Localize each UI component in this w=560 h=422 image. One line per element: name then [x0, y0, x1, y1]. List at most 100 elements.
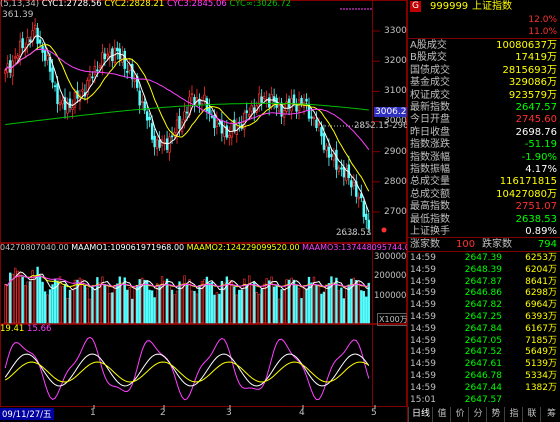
candle-up	[61, 99, 64, 105]
price-tick-3200: 3200	[384, 56, 407, 66]
volume-bar	[28, 281, 32, 324]
volume-bar	[103, 284, 107, 324]
volume-bar	[250, 284, 253, 324]
tab-5[interactable]: 指	[504, 407, 523, 422]
price-tick-3100: 3100	[384, 86, 407, 96]
volume-bar	[248, 275, 251, 324]
volume-bar	[362, 291, 365, 324]
candle-down	[362, 200, 365, 217]
volume-bar	[258, 293, 261, 324]
candle-up	[88, 74, 92, 81]
indicator-value: 2698.76	[515, 126, 557, 138]
volume-bar	[367, 282, 370, 324]
tab-2[interactable]: 价	[450, 407, 469, 422]
month-label-2: 2	[160, 408, 166, 418]
volume-bar	[282, 288, 286, 324]
tab-0[interactable]: 日线	[408, 407, 433, 422]
indicator-value: -1.90%	[521, 151, 557, 163]
candle-down	[96, 69, 99, 72]
indicator-value: 2751.07	[515, 201, 557, 213]
candle-up	[33, 24, 37, 30]
volume-bar	[88, 298, 92, 324]
candle-up	[13, 56, 17, 59]
volume-bar	[108, 293, 111, 324]
ratio-2: 11.0%	[528, 27, 557, 37]
volume-bar	[292, 279, 296, 324]
volume-prefix: 04270807040.00	[0, 243, 69, 252]
month-label-3: 3	[226, 408, 232, 418]
volume-bar	[327, 283, 331, 324]
volume-bar	[185, 284, 189, 324]
volume-bar	[225, 276, 229, 324]
candle-up	[18, 40, 22, 57]
candle-up	[175, 119, 179, 136]
volume-bar	[61, 286, 64, 324]
tab-3[interactable]: 分	[468, 407, 487, 422]
volume-bar	[345, 286, 348, 324]
indicator-label: 总成交量	[410, 176, 450, 188]
volume-bar	[218, 293, 221, 324]
ma-prefix: (5,13,34)	[0, 0, 40, 9]
candle-down	[53, 85, 57, 88]
tick-list[interactable]: 14:59 2647.39 6253万 14:59 2648.39 6204万 14:59 2…	[408, 252, 560, 407]
indicator-row: 今日开盘 2745.60	[408, 113, 560, 126]
volume-bar	[145, 280, 149, 324]
kline-chart-area[interactable]: (5,13,34) CYC1:2728.56 CYC2:2828.21 CYC3…	[0, 0, 415, 422]
indicator-row: 国债成交 2815693万	[408, 64, 560, 77]
tab-1[interactable]: 值	[432, 407, 451, 422]
candle-down	[245, 110, 248, 114]
month-label-4: 4	[299, 408, 305, 418]
volume-bar	[320, 293, 323, 324]
candle-up	[262, 96, 266, 100]
volume-bar	[340, 287, 343, 324]
candle-up	[357, 196, 361, 200]
volume-bar	[238, 289, 241, 324]
volume-unit: X100万	[377, 313, 410, 326]
candle-down	[111, 48, 114, 62]
indicator-row: 最高指数 2751.07	[408, 200, 560, 213]
candle-down	[158, 139, 161, 148]
indicator-row: A股成交 10080637万	[408, 39, 560, 52]
candle-down	[51, 67, 54, 83]
volume-bar	[302, 286, 306, 324]
cyc4-label: CYC∞:3026.72	[229, 0, 292, 9]
kline-chart-canvas[interactable]	[0, 0, 407, 422]
candle-down	[322, 133, 326, 150]
volume-bar	[235, 294, 238, 324]
volume-bar	[71, 289, 74, 324]
volume-bar	[183, 275, 186, 324]
annotation-high: 2852.15-2965	[354, 121, 414, 131]
osc-value2: 15.66	[27, 324, 52, 334]
volume-bar	[277, 298, 281, 324]
volume-bar	[168, 284, 171, 324]
candle-up	[168, 136, 171, 153]
indicator-value: -51.19	[524, 139, 557, 151]
candle-up	[250, 105, 253, 112]
candle-down	[185, 111, 189, 114]
candle-up	[332, 153, 336, 161]
volume-bar	[4, 284, 7, 324]
volume-bar	[315, 284, 318, 324]
volume-bar	[23, 285, 27, 324]
tab-6[interactable]: 联	[522, 407, 541, 422]
volume-bar	[332, 282, 336, 324]
tab-7[interactable]: 筹	[540, 407, 560, 422]
volume-bar	[131, 298, 134, 324]
volume-bar	[220, 280, 224, 324]
candle-down	[335, 149, 338, 170]
candle-down	[123, 50, 126, 69]
tab-4[interactable]: 势	[486, 407, 505, 422]
low-marker	[381, 227, 387, 233]
indicator-label: 今日开盘	[410, 114, 450, 126]
maamo3-label: MAAMO3:137448095744.00	[302, 243, 415, 252]
month-label-5: 5	[371, 408, 377, 418]
candle-up	[16, 55, 19, 59]
indicator-value: 4.17%	[525, 164, 557, 175]
candle-down	[91, 76, 94, 79]
volume-bar	[63, 283, 67, 324]
indicator-row: 总成交量 116171815	[408, 175, 560, 188]
volume-bar	[33, 275, 37, 324]
indicator-value: 923579万	[508, 89, 557, 101]
candle-down	[267, 97, 271, 108]
candle-up	[26, 37, 29, 45]
